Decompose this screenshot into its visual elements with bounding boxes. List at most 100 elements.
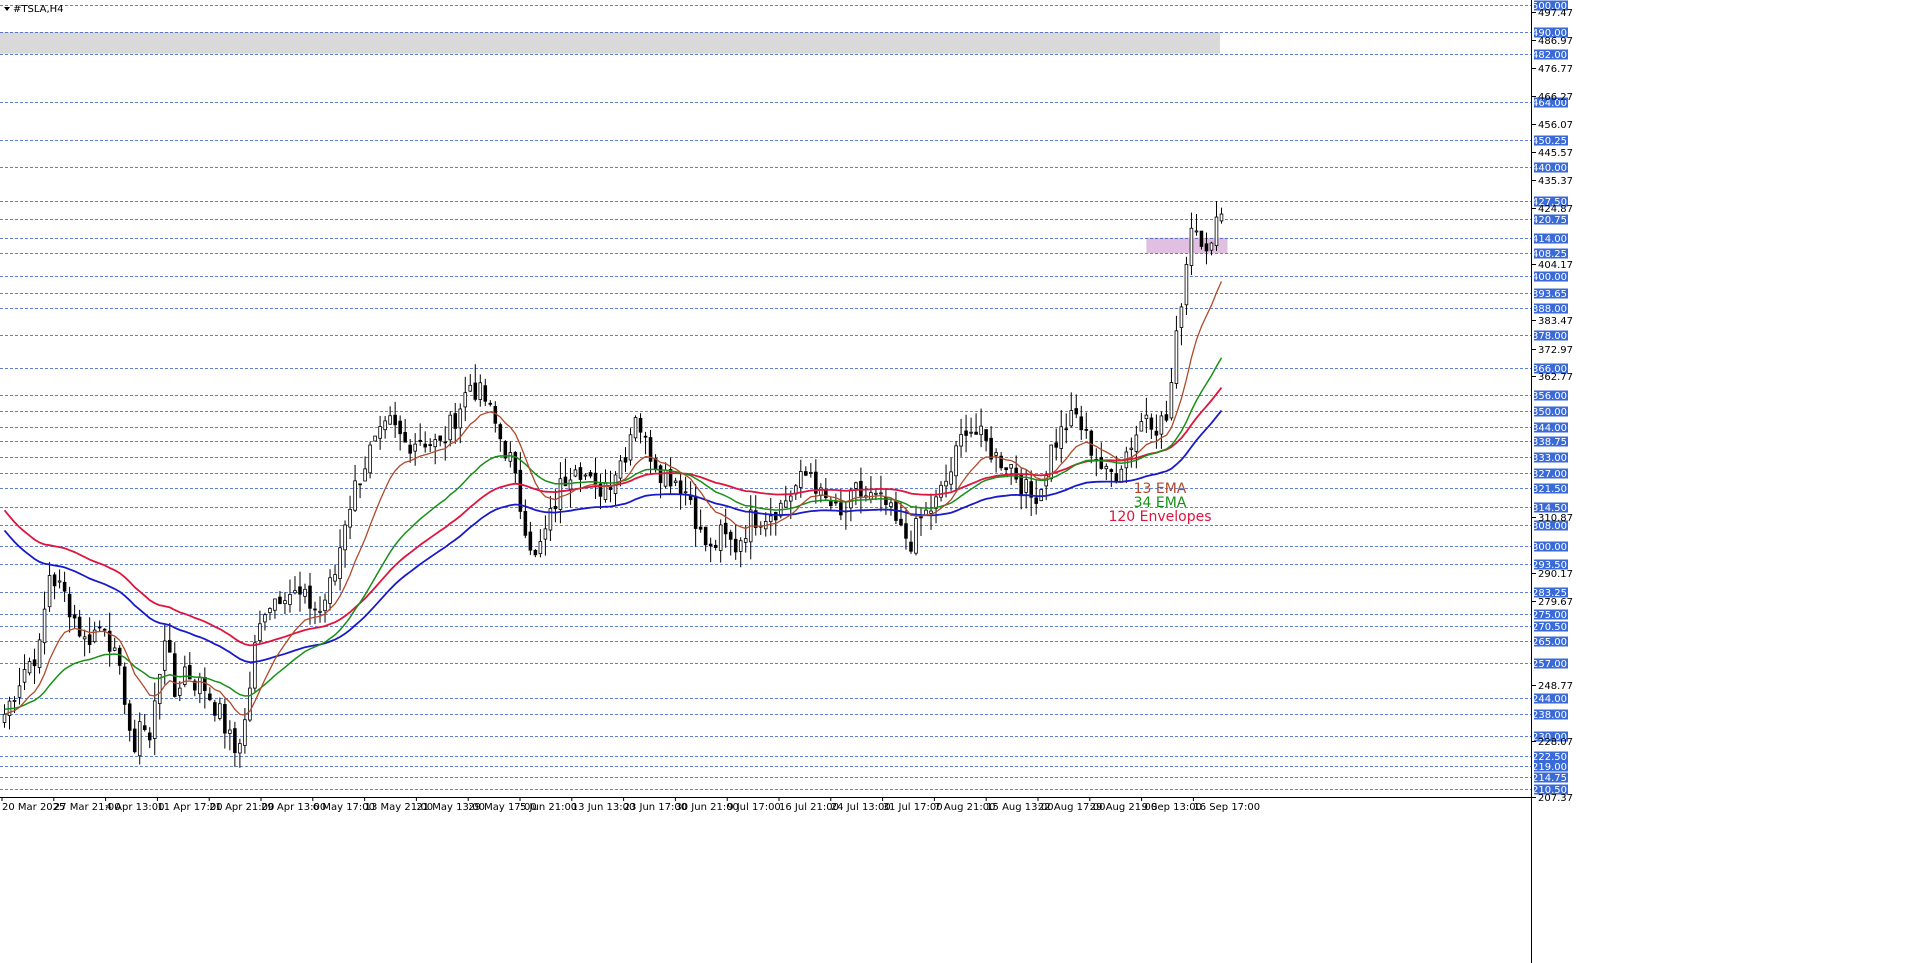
candle-body xyxy=(458,408,463,429)
level-label: 333.00 xyxy=(1532,453,1567,464)
candle-body xyxy=(1139,421,1144,432)
candle-body xyxy=(919,516,923,519)
candle-body xyxy=(468,384,473,392)
chart-window: 500.00 490.00 482.00 464.00 450.25 440.00 427.… xyxy=(0,0,1916,963)
chart-title-text: #TSLA,H4 xyxy=(13,4,64,15)
candle-body xyxy=(137,721,142,757)
price-tick-label: 362.77 xyxy=(1538,372,1573,383)
candle-body xyxy=(1179,306,1184,328)
price-tick-label: 486.97 xyxy=(1538,36,1573,47)
candle-body xyxy=(929,510,933,514)
candle-body xyxy=(1199,230,1204,247)
candle-body xyxy=(708,543,713,547)
candle-body xyxy=(568,479,573,490)
candle-body xyxy=(834,501,838,504)
candle-body xyxy=(854,482,858,489)
candle-body xyxy=(738,540,743,552)
candle-body xyxy=(1164,414,1169,421)
candle-body xyxy=(533,549,538,556)
candle-body xyxy=(378,426,382,439)
candle-body xyxy=(1039,489,1043,502)
candle-body xyxy=(508,452,513,462)
candle-body xyxy=(1144,414,1149,420)
candle-body xyxy=(1204,243,1209,252)
price-tick-label: 435.37 xyxy=(1538,176,1573,187)
candle-body xyxy=(27,661,32,674)
candle-body xyxy=(668,469,673,487)
price-tick-label: 424.87 xyxy=(1538,204,1573,215)
candle-body xyxy=(1034,497,1038,504)
level-label: 440.00 xyxy=(1532,163,1567,174)
candle-body xyxy=(428,444,432,446)
candle-body xyxy=(478,382,483,400)
candle-body xyxy=(733,538,738,553)
candle-body xyxy=(859,480,863,497)
candle-body xyxy=(37,639,42,668)
candle-body xyxy=(313,608,317,611)
candle-body xyxy=(433,439,437,448)
price-chart[interactable]: 500.00490.00482.00464.00450.25440.00427.… xyxy=(0,0,1916,963)
candle-body xyxy=(1004,467,1008,471)
candle-body xyxy=(879,492,883,495)
level-label: 408.25 xyxy=(1532,249,1567,260)
level-label: 482.00 xyxy=(1532,50,1567,61)
price-tick-label: 476.77 xyxy=(1538,64,1573,75)
candle-body xyxy=(72,614,77,619)
candle-body xyxy=(453,413,458,429)
candle-body xyxy=(678,480,683,495)
candle-body xyxy=(353,480,357,511)
candle-body xyxy=(82,636,87,640)
candle-body xyxy=(989,437,993,460)
candle-body xyxy=(423,443,427,448)
level-label: 420.75 xyxy=(1532,215,1567,226)
candle-body xyxy=(403,431,407,443)
candle-body xyxy=(728,531,733,540)
candle-body xyxy=(418,439,422,442)
candle-body xyxy=(703,526,708,546)
candle-body xyxy=(1184,264,1189,306)
candle-body xyxy=(238,743,242,754)
candle-body xyxy=(233,728,237,754)
candle-body xyxy=(288,594,292,605)
candle-body xyxy=(1174,330,1179,384)
candle-body xyxy=(273,598,277,611)
candle-body xyxy=(1154,430,1159,436)
candle-body xyxy=(413,443,417,452)
resistance-zone xyxy=(0,32,1220,54)
candle-body xyxy=(789,495,793,502)
price-tick-label: 207.37 xyxy=(1538,793,1573,804)
candle-body xyxy=(198,677,202,695)
price-tick-label: 372.97 xyxy=(1538,345,1573,356)
candle-body xyxy=(949,471,953,485)
candle-body xyxy=(914,518,918,554)
candle-body xyxy=(147,732,152,741)
level-label: 378.00 xyxy=(1532,331,1567,342)
candle-body xyxy=(743,538,748,543)
candle-body xyxy=(633,417,638,439)
candle-body xyxy=(438,435,442,441)
candle-body xyxy=(112,647,117,651)
candle-body xyxy=(698,526,703,530)
legend-item: 120 Envelopes xyxy=(1108,509,1211,525)
level-label: 300.00 xyxy=(1532,542,1567,553)
candle-body xyxy=(563,476,568,487)
candle-body xyxy=(1024,479,1028,493)
candle-body xyxy=(1194,230,1199,233)
candle-body xyxy=(1214,216,1219,247)
level-label: 265.00 xyxy=(1532,637,1567,648)
candle-body xyxy=(443,441,448,444)
candle-body xyxy=(12,700,17,702)
candle-body xyxy=(799,471,803,488)
candle-body xyxy=(1119,468,1124,483)
candle-body xyxy=(1149,417,1154,430)
level-label: 219.00 xyxy=(1532,762,1567,773)
candle-body xyxy=(57,580,62,583)
price-tick-label: 248.77 xyxy=(1538,681,1573,692)
candle-body xyxy=(623,457,628,463)
level-label: 244.00 xyxy=(1532,694,1567,705)
candle-body xyxy=(959,434,963,447)
candle-body xyxy=(102,628,107,631)
price-tick-label: 310.87 xyxy=(1538,513,1573,524)
candle-body xyxy=(117,647,122,666)
candle-body xyxy=(97,626,102,629)
